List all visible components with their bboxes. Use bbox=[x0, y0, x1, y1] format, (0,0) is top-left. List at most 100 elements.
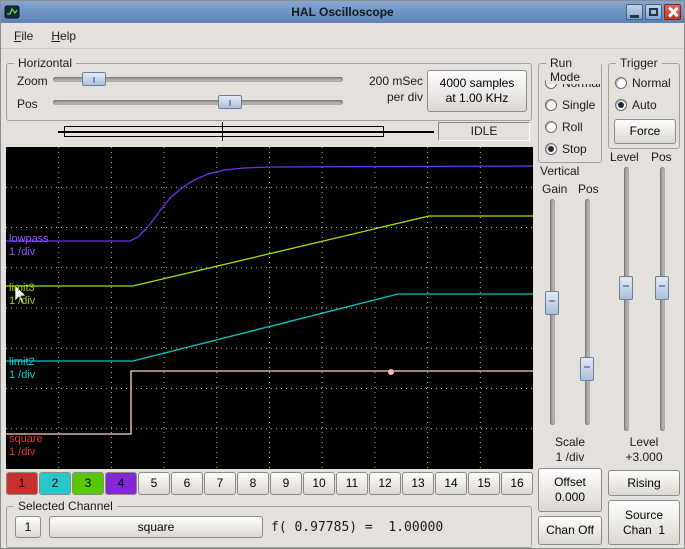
radio-label: Stop bbox=[562, 142, 587, 156]
channel-button-2[interactable]: 2 bbox=[39, 472, 71, 495]
channel-button-7[interactable]: 7 bbox=[204, 472, 236, 495]
radio-icon bbox=[615, 99, 627, 111]
samples-button[interactable]: 4000 samples at 1.00 KHz bbox=[427, 70, 527, 112]
trace-label-square: square 1 /div bbox=[9, 433, 43, 458]
channel-button-10[interactable]: 10 bbox=[303, 472, 335, 495]
scope-display: lowpass 1 /div limit3 1 /div limit2 1 /div squ… bbox=[6, 147, 533, 469]
trigger-point-marker bbox=[388, 369, 394, 375]
radio-icon bbox=[545, 99, 557, 111]
menubar: File Help bbox=[1, 23, 684, 49]
menu-item-help[interactable]: Help bbox=[42, 26, 85, 46]
pos-slider-handle[interactable] bbox=[217, 95, 242, 109]
app-icon bbox=[4, 4, 20, 20]
channel-button-15[interactable]: 15 bbox=[468, 472, 500, 495]
selected-channel-group: Selected Channel 1 square f( 0.97785) = … bbox=[6, 499, 532, 548]
run-mode-group: Run Mode NormalSingleRollStop bbox=[538, 56, 602, 163]
trigger-pos-slider[interactable] bbox=[654, 167, 670, 431]
trigger-pos-label: Pos bbox=[651, 150, 672, 164]
channel-button-1[interactable]: 1 bbox=[6, 472, 38, 495]
radio-roll[interactable]: Roll bbox=[539, 116, 601, 138]
maximize-button[interactable] bbox=[645, 4, 662, 20]
offset-button[interactable]: Offset 0.000 bbox=[538, 468, 602, 512]
time-per-div-value: 200 mSec bbox=[368, 74, 423, 88]
gain-label: Gain bbox=[542, 182, 568, 196]
zoom-label: Zoom bbox=[17, 74, 48, 88]
radio-label: Normal bbox=[632, 76, 671, 90]
radio-stop[interactable]: Stop bbox=[539, 138, 601, 160]
channel-button-4[interactable]: 4 bbox=[105, 472, 137, 495]
channel-value-readout: f( 0.97785) = 1.00000 bbox=[271, 520, 444, 535]
offset-button-title: Offset bbox=[554, 475, 586, 489]
trigger-level-readout: Level +3.000 bbox=[608, 435, 680, 465]
trigger-group-label: Trigger bbox=[616, 56, 662, 70]
force-button[interactable]: Force bbox=[614, 119, 676, 144]
trigger-edge-button[interactable]: Rising bbox=[608, 470, 680, 496]
radio-normal[interactable]: Normal bbox=[609, 72, 679, 94]
titlebar[interactable]: HAL Oscilloscope bbox=[1, 1, 684, 23]
scale-value: 1 /div bbox=[555, 450, 585, 464]
channel-button-13[interactable]: 13 bbox=[402, 472, 434, 495]
close-button[interactable] bbox=[664, 4, 681, 20]
horizontal-group-label: Horizontal bbox=[14, 56, 77, 70]
level-title: Level bbox=[629, 435, 659, 449]
record-position-indicator: IDLE bbox=[6, 122, 532, 141]
trigger-pos-handle[interactable] bbox=[655, 276, 669, 301]
pos-slider-track[interactable] bbox=[53, 100, 343, 105]
channel-button-3[interactable]: 3 bbox=[72, 472, 104, 495]
time-per-div: 200 mSec per div bbox=[343, 73, 423, 105]
selected-channel-name-button[interactable]: square bbox=[49, 516, 263, 538]
pos-label: Pos bbox=[17, 97, 38, 111]
trigger-position-tick bbox=[222, 122, 223, 141]
gain-slider[interactable] bbox=[544, 199, 560, 425]
scale-title: Scale bbox=[554, 435, 586, 449]
run-mode-group-label: Run Mode bbox=[546, 56, 601, 84]
trigger-source-button[interactable]: Source Chan 1 bbox=[608, 500, 680, 545]
vertical-group-label: Vertical bbox=[540, 164, 580, 178]
zoom-slider-handle[interactable] bbox=[81, 72, 106, 86]
zoom-slider[interactable] bbox=[53, 71, 343, 87]
menu-item-file[interactable]: File bbox=[5, 26, 42, 46]
pos-slider[interactable] bbox=[53, 94, 343, 110]
time-per-div-unit: per div bbox=[386, 90, 423, 104]
channel-button-5[interactable]: 5 bbox=[138, 472, 170, 495]
channel-button-9[interactable]: 9 bbox=[270, 472, 302, 495]
source-button-title: Source bbox=[624, 507, 664, 522]
trace-label-limit3: limit3 1 /div bbox=[9, 282, 36, 307]
radio-label: Auto bbox=[632, 98, 657, 112]
trigger-level-slider[interactable] bbox=[618, 167, 634, 431]
channel-button-11[interactable]: 11 bbox=[336, 472, 368, 495]
vertical-pos-slider[interactable] bbox=[579, 199, 595, 425]
chan-off-button[interactable]: Chan Off bbox=[538, 516, 602, 545]
selected-channel-group-label: Selected Channel bbox=[14, 499, 117, 513]
channel-button-16[interactable]: 16 bbox=[501, 472, 533, 495]
vertical-pos-handle[interactable] bbox=[580, 356, 594, 381]
trace-label-limit2: limit2 1 /div bbox=[9, 356, 36, 381]
level-value: +3.000 bbox=[625, 450, 663, 464]
selected-channel-number-button[interactable]: 1 bbox=[15, 516, 41, 538]
vertical-scale-readout: Scale 1 /div bbox=[538, 435, 602, 465]
channel-button-12[interactable]: 12 bbox=[369, 472, 401, 495]
channel-button-8[interactable]: 8 bbox=[237, 472, 269, 495]
radio-label: Roll bbox=[562, 120, 583, 134]
channel-button-14[interactable]: 14 bbox=[435, 472, 467, 495]
trigger-level-label: Level bbox=[610, 150, 639, 164]
gain-slider-handle[interactable] bbox=[545, 290, 559, 315]
radio-single[interactable]: Single bbox=[539, 94, 601, 116]
channel-button-6[interactable]: 6 bbox=[171, 472, 203, 495]
acquisition-status: IDLE bbox=[438, 122, 530, 141]
trigger-level-handle[interactable] bbox=[619, 276, 633, 301]
vertical-pos-track[interactable] bbox=[585, 199, 590, 425]
app-window: HAL Oscilloscope File Help Horizontal Zoo… bbox=[0, 0, 685, 549]
radio-auto[interactable]: Auto bbox=[609, 94, 679, 116]
close-icon bbox=[668, 7, 678, 17]
minimize-icon bbox=[630, 14, 639, 18]
radio-icon bbox=[545, 121, 557, 133]
channel-buttons: 1 2 3 4 5 6 7 8 9 10 11 12 13 14 15 16 bbox=[6, 472, 533, 495]
trace-limit3 bbox=[6, 215, 533, 287]
samples-count: 4000 samples bbox=[439, 76, 515, 90]
source-button-value: Chan 1 bbox=[622, 522, 666, 537]
horizontal-group: Horizontal Zoom Pos 200 mSec per div 400… bbox=[6, 56, 532, 121]
minimize-button[interactable] bbox=[626, 4, 643, 20]
samples-rate: at 1.00 KHz bbox=[445, 91, 509, 105]
trigger-group: Trigger Force Normal Auto bbox=[608, 56, 680, 149]
